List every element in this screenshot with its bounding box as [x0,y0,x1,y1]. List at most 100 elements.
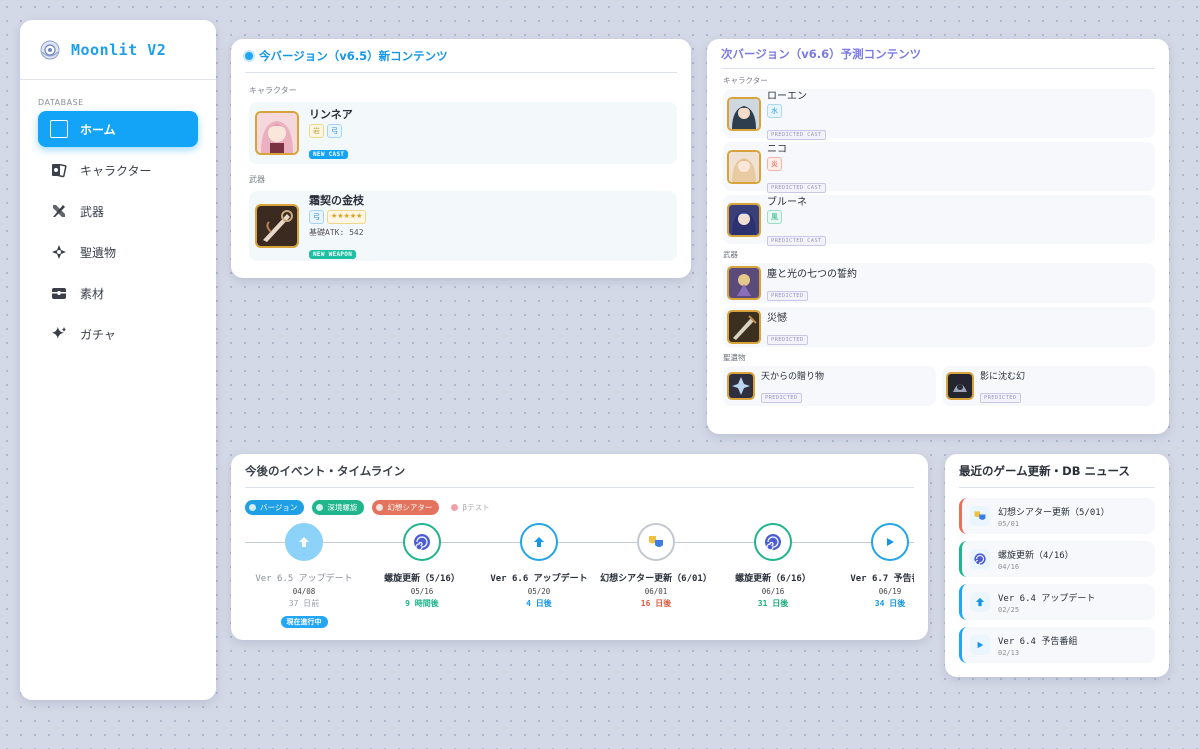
legend-theater[interactable]: 幻想シアター [372,500,440,515]
timeline-event[interactable]: 螺旋更新（6/16） 06/16 31 日後 [708,520,838,609]
timeline-event[interactable]: Ver 6.6 アップデート 05/20 4 日後 [474,520,604,609]
brand[interactable]: Moonlit V2 [20,20,216,80]
event-name: Ver 6.5 アップデート [255,574,353,584]
predicted-weapon-card[interactable]: 塵と光の七つの誓約 PREDICTED [723,263,1155,303]
news-item-title: 幻想シアター更新（5/01） [998,507,1110,518]
sidebar-item-materials[interactable]: 素材 [38,275,198,311]
event-name: 幻想シアター更新（6/01） [600,574,712,584]
timeline-event[interactable]: Ver 6.5 アップデート 04/08 37 日前 現在進行中 [245,520,369,628]
theater-masks-icon [637,523,675,561]
current-weapon-card[interactable]: 霜契の金枝 弓 ★★★★★ 基礎ATK: 542 NEW WEAPON [249,191,677,261]
predicted-badge: PREDICTED CAST [767,130,826,140]
element-tag: 水 [767,104,782,118]
timeline-legend: バージョン 深境螺旋 幻想シアター βテスト [245,500,928,515]
weapon-name: 塵と光の七つの誓約 [767,269,857,280]
element-tag: 風 [767,210,782,224]
play-icon [871,523,909,561]
legend-abyss[interactable]: 深境螺旋 [312,500,365,515]
sidebar-item-label: キャラクター [80,163,152,178]
sidebar-item-label: 武器 [80,204,105,219]
next-version-card: 次バージョン（v6.6）予測コンテンツ キャラクター ローエン 水 PREDIC… [707,39,1169,434]
news-item[interactable]: Ver 6.4 予告番組 02/13 [959,627,1155,663]
artifact-portrait [946,372,974,400]
artifact-name: 影に沈む幻 [980,372,1026,382]
predicted-artifact-card[interactable]: 天からの贈り物 PREDICTED [723,366,936,406]
sidebar-item-gacha[interactable]: ガチャ [38,316,198,352]
legend-beta[interactable]: βテスト [447,500,496,515]
status-badge: 現在進行中 [280,616,328,628]
timeline-event[interactable]: Ver 6.7 予告番組 06/19 34 日後 [825,520,914,609]
sparkle-icon [50,325,68,343]
play-icon [970,635,990,655]
sidebar-item-label: 素材 [80,286,105,301]
sidebar-item-characters[interactable]: キャラクター [38,152,198,188]
timeline-track: Ver 6.5 アップデート 04/08 37 日前 現在進行中 螺旋更新（5/… [245,520,914,640]
weapon-type-tag: 弓 [309,210,324,224]
chest-icon [50,284,68,302]
character-name: ローエン [767,91,807,102]
sidebar: Moonlit V2 DATABASE ホーム キャラクター 武器 聖遺物 素材… [20,20,216,700]
event-name: Ver 6.7 予告番組 [850,574,914,584]
sidebar-item-artifacts[interactable]: 聖遺物 [38,234,198,270]
news-item-date: 02/25 [998,605,1020,614]
weapon-name: 災憾 [767,313,787,324]
predicted-badge: PREDICTED [761,393,802,403]
predicted-badge: PREDICTED [767,335,808,345]
event-name: 螺旋更新（6/16） [735,574,811,584]
news-card: 最近のゲーム更新・DB ニュース 幻想シアター更新（5/01） 05/01 螺旋… [945,454,1169,677]
event-relative-time: 9 時間後 [405,599,439,608]
current-version-card: 今バージョン（v6.5）新コンテンツ キャラクター リンネア 岩 弓 NEW C… [231,39,691,278]
weapon-label: 武器 [723,250,738,259]
event-relative-time: 34 日後 [874,599,906,608]
next-version-title: 次バージョン（v6.6）予測コンテンツ [721,39,1155,69]
rarity-stars: ★★★★★ [327,210,367,224]
timeline-card: 今後のイベント・タイムライン バージョン 深境螺旋 幻想シアター βテスト Ve… [231,454,928,640]
news-item-title: Ver 6.4 アップデート [998,593,1096,604]
event-name: 螺旋更新（5/16） [384,574,460,584]
weapon-type-tag: 弓 [327,124,342,138]
predicted-badge: PREDICTED CAST [767,183,826,193]
weapon-label: 武器 [249,175,265,184]
cards-icon [50,161,68,179]
news-item[interactable]: Ver 6.4 アップデート 02/25 [959,584,1155,620]
sidebar-item-weapons[interactable]: 武器 [38,193,198,229]
arrow-up-icon [285,523,323,561]
event-date: 05/16 [410,587,434,596]
timeline-event[interactable]: 螺旋更新（5/16） 05/16 9 時間後 [357,520,487,609]
home-icon [50,120,68,138]
predicted-character-card[interactable]: ローエン 水 PREDICTED CAST [723,89,1155,140]
news-item[interactable]: 螺旋更新（4/16） 04/16 [959,541,1155,577]
base-atk: 基礎ATK: 542 [309,228,364,237]
event-date: 06/01 [644,587,668,596]
arrow-up-icon [970,592,990,612]
character-portrait [255,111,299,155]
news-item-date: 04/16 [998,562,1020,571]
predicted-badge: PREDICTED [980,393,1021,403]
current-character-card[interactable]: リンネア 岩 弓 NEW CAST [249,102,677,164]
predicted-character-card[interactable]: ブルーネ 風 PREDICTED CAST [723,195,1155,246]
news-item-date: 05/01 [998,519,1020,528]
current-version-title: 今バージョン（v6.5）新コンテンツ [245,39,677,73]
character-name: ニコ [767,144,787,155]
character-name: ブルーネ [767,197,807,208]
sidebar-item-home[interactable]: ホーム [38,111,198,147]
predicted-character-card[interactable]: ニコ 炎 PREDICTED CAST [723,142,1155,193]
app-name: Moonlit V2 [71,40,167,59]
legend-version[interactable]: バージョン [245,500,305,515]
news-item[interactable]: 幻想シアター更新（5/01） 05/01 [959,498,1155,534]
weapon-portrait [727,310,761,344]
character-portrait [727,202,761,237]
artifact-name: 天からの贈り物 [761,372,825,382]
sidebar-item-label: ガチャ [80,327,116,342]
sidebar-item-label: ホーム [80,122,116,137]
timeline-event[interactable]: 幻想シアター更新（6/01） 06/01 16 日後 [591,520,721,609]
moon-logo-icon [40,40,60,59]
theater-masks-icon [970,506,990,526]
predicted-weapon-card[interactable]: 災憾 PREDICTED [723,307,1155,347]
weapon-portrait [255,204,299,248]
predicted-artifact-card[interactable]: 影に沈む幻 PREDICTED [942,366,1155,406]
news-item-date: 02/13 [998,648,1020,657]
spiral-icon [754,523,792,561]
event-date: 06/16 [761,587,785,596]
event-date: 06/19 [878,587,902,596]
